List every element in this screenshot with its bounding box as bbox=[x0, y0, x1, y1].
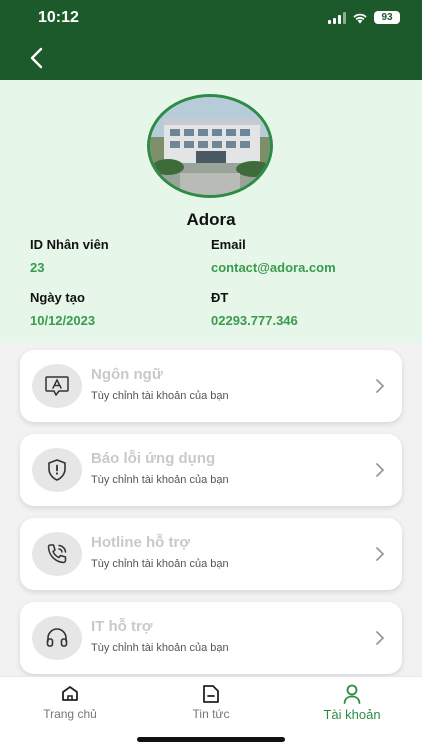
menu-item-title: IT hỗ trợ bbox=[91, 618, 153, 635]
phone-call-icon bbox=[32, 532, 82, 576]
profile-section: Adora ID Nhân viên 23 Email contact@ador… bbox=[0, 80, 422, 343]
status-bar: 10:12 93 bbox=[0, 0, 422, 36]
status-time: 10:12 bbox=[38, 9, 79, 26]
tab-account[interactable]: Tài khoản bbox=[282, 683, 422, 722]
home-indicator bbox=[137, 737, 285, 742]
tab-label: Tin tức bbox=[192, 707, 230, 721]
menu-item-language[interactable]: Ngôn ngữ Tùy chỉnh tài khoản của bạn bbox=[20, 350, 402, 422]
header-bar: 10:12 93 bbox=[0, 0, 422, 80]
profile-name: Adora bbox=[186, 210, 236, 229]
building-photo bbox=[150, 97, 270, 195]
menu-item-title: Hotline hỗ trợ bbox=[91, 534, 190, 551]
battery-indicator: 93 bbox=[374, 11, 400, 24]
chevron-right-icon bbox=[376, 631, 384, 645]
menu-item-title: Ngôn ngữ bbox=[91, 366, 163, 383]
email-label: Email bbox=[211, 237, 246, 252]
menu-item-subtitle: Tùy chỉnh tài khoản của bạn bbox=[91, 642, 229, 654]
tab-label: Trang chủ bbox=[43, 707, 97, 721]
menu-item-subtitle: Tùy chỉnh tài khoản của bạn bbox=[91, 474, 229, 486]
phone-value: 02293.777.346 bbox=[211, 313, 298, 328]
signal-icon bbox=[328, 11, 346, 24]
menu-item-it-support[interactable]: IT hỗ trợ Tùy chỉnh tài khoản của bạn bbox=[20, 602, 402, 674]
menu-item-title: Báo lỗi ứng dụng bbox=[91, 450, 216, 467]
employee-id-value: 23 bbox=[30, 260, 45, 275]
status-icons: 93 bbox=[328, 11, 400, 24]
back-button[interactable] bbox=[22, 44, 50, 72]
menu-item-report-bug[interactable]: Báo lỗi ứng dụng Tùy chỉnh tài khoản của… bbox=[20, 434, 402, 506]
wifi-icon bbox=[353, 13, 367, 23]
headset-icon bbox=[32, 616, 82, 660]
email-value: contact@adora.com bbox=[211, 260, 336, 275]
language-icon bbox=[32, 364, 82, 408]
menu-item-subtitle: Tùy chỉnh tài khoản của bạn bbox=[91, 390, 229, 402]
chevron-right-icon bbox=[376, 547, 384, 561]
shield-alert-icon bbox=[32, 448, 82, 492]
chevron-left-icon bbox=[30, 47, 43, 69]
phone-label: ĐT bbox=[211, 290, 229, 305]
tab-label: Tài khoản bbox=[323, 707, 381, 722]
created-date-label: Ngày tạo bbox=[30, 290, 85, 305]
tab-home[interactable]: Trang chủ bbox=[0, 683, 140, 721]
created-date-value: 10/12/2023 bbox=[30, 313, 96, 328]
chevron-right-icon bbox=[376, 463, 384, 477]
menu-item-subtitle: Tùy chỉnh tài khoản của bạn bbox=[91, 558, 229, 570]
user-icon bbox=[343, 684, 361, 704]
chevron-right-icon bbox=[376, 379, 384, 393]
home-icon bbox=[62, 686, 78, 701]
news-icon bbox=[203, 685, 219, 703]
tab-news[interactable]: Tin tức bbox=[141, 683, 281, 721]
avatar[interactable] bbox=[147, 94, 273, 198]
employee-id-label: ID Nhân viên bbox=[30, 237, 109, 252]
menu-item-hotline[interactable]: Hotline hỗ trợ Tùy chỉnh tài khoản của b… bbox=[20, 518, 402, 590]
